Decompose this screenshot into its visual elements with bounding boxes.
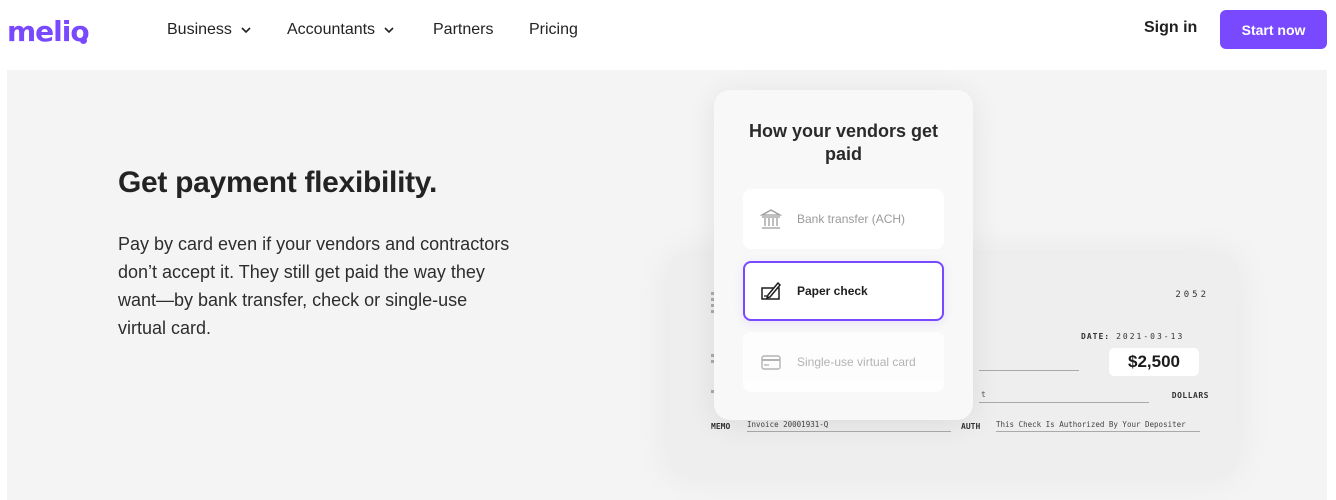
nav-item-partners[interactable]: Partners <box>433 19 493 41</box>
sign-in-link[interactable]: Sign in <box>1144 19 1197 37</box>
check-date-value: 2021-03-13 <box>1116 332 1185 341</box>
payee-line <box>979 370 1079 371</box>
start-now-button[interactable]: Start now <box>1220 10 1327 49</box>
amount-words-fragment: t <box>981 390 986 399</box>
bank-icon <box>760 209 782 229</box>
hero-headline: Get payment flexibility. <box>118 166 437 199</box>
option-label: Paper check <box>797 284 868 298</box>
nav-item-label: Partners <box>433 21 494 38</box>
top-nav: melio Business Accountants Partners Pric… <box>0 0 1336 68</box>
auth-label: AUTH <box>961 422 981 431</box>
auth-value: This Check Is Authorized By Your Deposit… <box>996 420 1200 432</box>
memo-label: MEMO <box>711 422 731 431</box>
hero-section: Get payment flexibility. Pay by card eve… <box>7 70 1327 500</box>
option-bank-transfer[interactable]: Bank transfer (ACH) <box>743 189 944 249</box>
check-amount: $2,500 <box>1109 348 1199 376</box>
credit-card-icon <box>761 355 781 370</box>
hero-body: Pay by card even if your vendors and con… <box>118 234 510 338</box>
option-virtual-card[interactable]: Single-use virtual card <box>743 332 944 392</box>
option-label: Bank transfer (ACH) <box>797 212 906 226</box>
nav-item-label: Pricing <box>529 21 578 38</box>
vendor-payment-card: How your vendors get paid Bank transfer … <box>714 90 973 420</box>
nav-item-label: Accountants <box>287 21 376 38</box>
check-date-label: DATE: <box>1081 332 1111 341</box>
logo-dot-icon <box>80 37 87 44</box>
chevron-down-icon <box>241 27 251 34</box>
nav-item-business[interactable]: Business <box>167 19 252 41</box>
option-paper-check[interactable]: Paper check <box>743 261 944 321</box>
option-label: Single-use virtual card <box>797 355 916 369</box>
check-number: 2052 <box>1175 290 1209 300</box>
check-edit-icon <box>761 281 782 300</box>
logo-text: melio <box>7 15 90 48</box>
nav-item-accountants[interactable]: Accountants <box>287 19 395 41</box>
nav-item-pricing[interactable]: Pricing <box>529 19 578 41</box>
dollars-label: DOLLARS <box>1171 391 1209 400</box>
card-title: How your vendors get paid <box>748 121 939 164</box>
check-date: DATE: 2021-03-13 <box>1081 332 1184 341</box>
amount-words-line <box>979 402 1149 403</box>
chevron-down-icon <box>384 27 394 34</box>
nav-item-label: Business <box>167 21 232 38</box>
melio-logo[interactable]: melio <box>7 12 90 48</box>
memo-value: Invoice 20001931-Q <box>747 420 951 432</box>
